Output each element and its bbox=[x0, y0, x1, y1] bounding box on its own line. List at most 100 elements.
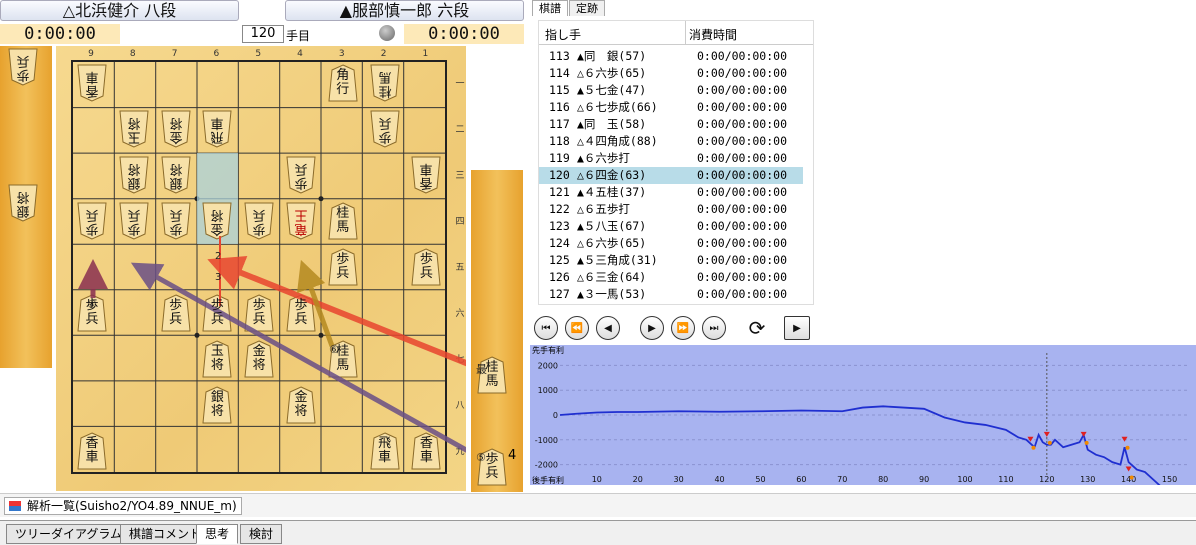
move-number-input[interactable]: 120 bbox=[242, 25, 284, 43]
header-time: 消費時間 bbox=[689, 28, 738, 42]
sente-player-name: ▲服部慎一郎 六段 bbox=[285, 0, 524, 21]
eval-marker-dot bbox=[1084, 440, 1089, 445]
move-time: 0:00/00:00:00 bbox=[697, 66, 788, 80]
x-tick-label: 140 bbox=[1121, 475, 1136, 484]
move-text: ▲５三角成(31) bbox=[577, 253, 658, 267]
x-tick-label: 40 bbox=[714, 475, 724, 484]
forward-many-icon[interactable]: ⏩ bbox=[671, 316, 695, 340]
move-row[interactable]: 123 ▲５八玉(67) 0:00/00:00:00 bbox=[539, 218, 803, 235]
x-tick-label: 90 bbox=[919, 475, 929, 484]
tab-thinking[interactable]: 思考 bbox=[196, 524, 239, 544]
x-tick-label: 110 bbox=[998, 475, 1013, 484]
back-many-icon[interactable]: ⏪ bbox=[565, 316, 589, 340]
move-row[interactable]: 119 ▲６六歩打 0:00/00:00:00 bbox=[539, 150, 803, 167]
gote-hand-piece[interactable]: 歩兵 bbox=[8, 48, 38, 86]
move-list: 指し手 消費時間 113 ▲同 銀(57) 0:00/00:00:00 114 △６六歩… bbox=[538, 20, 814, 305]
move-number: 117 bbox=[549, 117, 570, 131]
y-tick-label: 0 bbox=[553, 411, 558, 420]
move-text: △４四角成(88) bbox=[577, 134, 658, 148]
analysis-panel: 解析一覧(Suisho2/YO4.89_NNUE_m) bbox=[0, 493, 1196, 517]
move-text: ▲６六歩打 bbox=[577, 151, 630, 165]
move-time: 0:00/00:00:00 bbox=[697, 117, 788, 131]
x-tick-label: 50 bbox=[755, 475, 765, 484]
move-number: 116 bbox=[549, 100, 570, 114]
move-number: 120 bbox=[549, 168, 570, 182]
x-tick-label: 80 bbox=[878, 475, 888, 484]
move-row[interactable]: 125 ▲５三角成(31) 0:00/00:00:00 bbox=[539, 252, 803, 269]
eval-marker bbox=[1080, 431, 1087, 437]
move-row[interactable]: 118 △４四角成(88) 0:00/00:00:00 bbox=[539, 133, 803, 150]
kifu-tabs: 棋譜 定跡 bbox=[532, 0, 606, 16]
move-text: △６七歩成(66) bbox=[577, 100, 658, 114]
gote-clock: 0:00:00 bbox=[0, 24, 120, 44]
move-number: 119 bbox=[549, 151, 570, 165]
sente-hand-count: 4 bbox=[508, 448, 517, 463]
move-time: 0:00/00:00:00 bbox=[697, 270, 788, 284]
move-row[interactable]: 124 △６六歩(65) 0:00/00:00:00 bbox=[539, 235, 803, 252]
forward-icon[interactable]: ▶ bbox=[640, 316, 664, 340]
shogi-board: 987654321 一二三四五六七八九 香車角行桂馬玉将金将飛車歩兵銀将銀将歩兵… bbox=[56, 46, 487, 491]
move-text: △６五歩打 bbox=[577, 202, 630, 216]
tab-tree-diagram[interactable]: ツリーダイアグラム bbox=[6, 524, 132, 544]
eval-marker bbox=[1121, 436, 1128, 442]
move-text: △６三金(64) bbox=[577, 270, 647, 284]
sente-clock: 0:00:00 bbox=[404, 24, 524, 44]
y-tick-label: 2000 bbox=[538, 361, 558, 370]
move-number: 114 bbox=[549, 66, 570, 80]
tab-kifu[interactable]: 棋譜 bbox=[532, 0, 568, 16]
move-number: 113 bbox=[549, 49, 570, 63]
app-window: { "players": {"gote": "△北浜健介 八段", "sente… bbox=[0, 0, 1196, 545]
move-number: 121 bbox=[549, 185, 570, 199]
move-time: 0:00/00:00:00 bbox=[697, 185, 788, 199]
eval-marker bbox=[1125, 466, 1132, 472]
move-row[interactable]: 114 △６六歩(65) 0:00/00:00:00 bbox=[539, 65, 803, 82]
move-unit-label: 手目 bbox=[286, 29, 311, 43]
move-text: ▲同 銀(57) bbox=[577, 49, 647, 63]
analysis-tab[interactable]: 解析一覧(Suisho2/YO4.89_NNUE_m) bbox=[4, 497, 242, 515]
move-row[interactable]: 121 ▲４五桂(37) 0:00/00:00:00 bbox=[539, 184, 803, 201]
move-row[interactable]: 126 △６三金(64) 0:00/00:00:00 bbox=[539, 269, 803, 286]
move-text: △６六歩(65) bbox=[577, 236, 647, 250]
move-time: 0:00/00:00:00 bbox=[697, 134, 788, 148]
evaluation-graph: 2000 1000 0 -1000 -2000 10 20 30 40 50 60 70 80 90 100… bbox=[530, 345, 1196, 488]
move-row[interactable]: 122 △６五歩打 0:00/00:00:00 bbox=[539, 201, 803, 218]
arrow-label-5: ⑤ bbox=[476, 451, 486, 464]
eval-marker-dot bbox=[1031, 445, 1036, 450]
sente-hand-area bbox=[471, 170, 523, 492]
back-icon[interactable]: ◀ bbox=[596, 316, 620, 340]
move-row[interactable]: 117 ▲同 玉(58) 0:00/00:00:00 bbox=[539, 116, 803, 133]
move-number: 126 bbox=[549, 270, 570, 284]
first-icon[interactable]: ⏮ bbox=[534, 316, 558, 340]
move-list-header: 指し手 消費時間 bbox=[539, 21, 813, 45]
move-time: 0:00/00:00:00 bbox=[697, 100, 788, 114]
gote-hand-piece[interactable]: 銀将 bbox=[8, 184, 38, 222]
evaluation-chart: 2000 1000 0 -1000 -2000 10 20 30 40 50 60 70 80 90 100… bbox=[535, 353, 1190, 488]
x-tick-label: 120 bbox=[1039, 475, 1054, 484]
move-row[interactable]: 116 △６七歩成(66) 0:00/00:00:00 bbox=[539, 99, 803, 116]
play-icon[interactable]: ▶ bbox=[784, 316, 810, 340]
x-tick-label: 10 bbox=[592, 475, 602, 484]
graph-bottom-label: 後手有利 bbox=[532, 476, 564, 485]
eval-marker bbox=[1043, 431, 1050, 437]
move-number: 123 bbox=[549, 219, 570, 233]
x-tick-label: 130 bbox=[1080, 475, 1095, 484]
arrow-label-2: 2 bbox=[215, 251, 222, 262]
tab-joseki[interactable]: 定跡 bbox=[569, 0, 605, 16]
move-number: 125 bbox=[549, 253, 570, 267]
move-row[interactable]: 120 △６四金(63) 0:00/00:00:00 bbox=[539, 167, 803, 184]
move-text: △６六歩(65) bbox=[577, 66, 647, 80]
move-time: 0:00/00:00:00 bbox=[697, 253, 788, 267]
gote-player-name: △北浜健介 八段 bbox=[0, 0, 239, 21]
move-text: ▲５八玉(67) bbox=[577, 219, 647, 233]
bottom-tabs: ツリーダイアグラム 棋譜コメント 思考 検討 bbox=[0, 520, 1196, 545]
last-icon[interactable]: ⏭ bbox=[702, 316, 726, 340]
move-text: △６四金(63) bbox=[577, 168, 647, 182]
move-row[interactable]: 127 ▲３一馬(53) 0:00/00:00:00 bbox=[539, 286, 803, 303]
rotate-icon[interactable]: ⟳ bbox=[745, 316, 769, 340]
tab-review[interactable]: 検討 bbox=[240, 524, 283, 544]
analysis-icon bbox=[9, 501, 21, 511]
move-time: 0:00/00:00:00 bbox=[697, 83, 788, 97]
move-row[interactable]: 115 ▲５七金(47) 0:00/00:00:00 bbox=[539, 82, 803, 99]
move-time: 0:00/00:00:00 bbox=[697, 287, 788, 301]
move-row[interactable]: 113 ▲同 銀(57) 0:00/00:00:00 bbox=[539, 48, 803, 65]
